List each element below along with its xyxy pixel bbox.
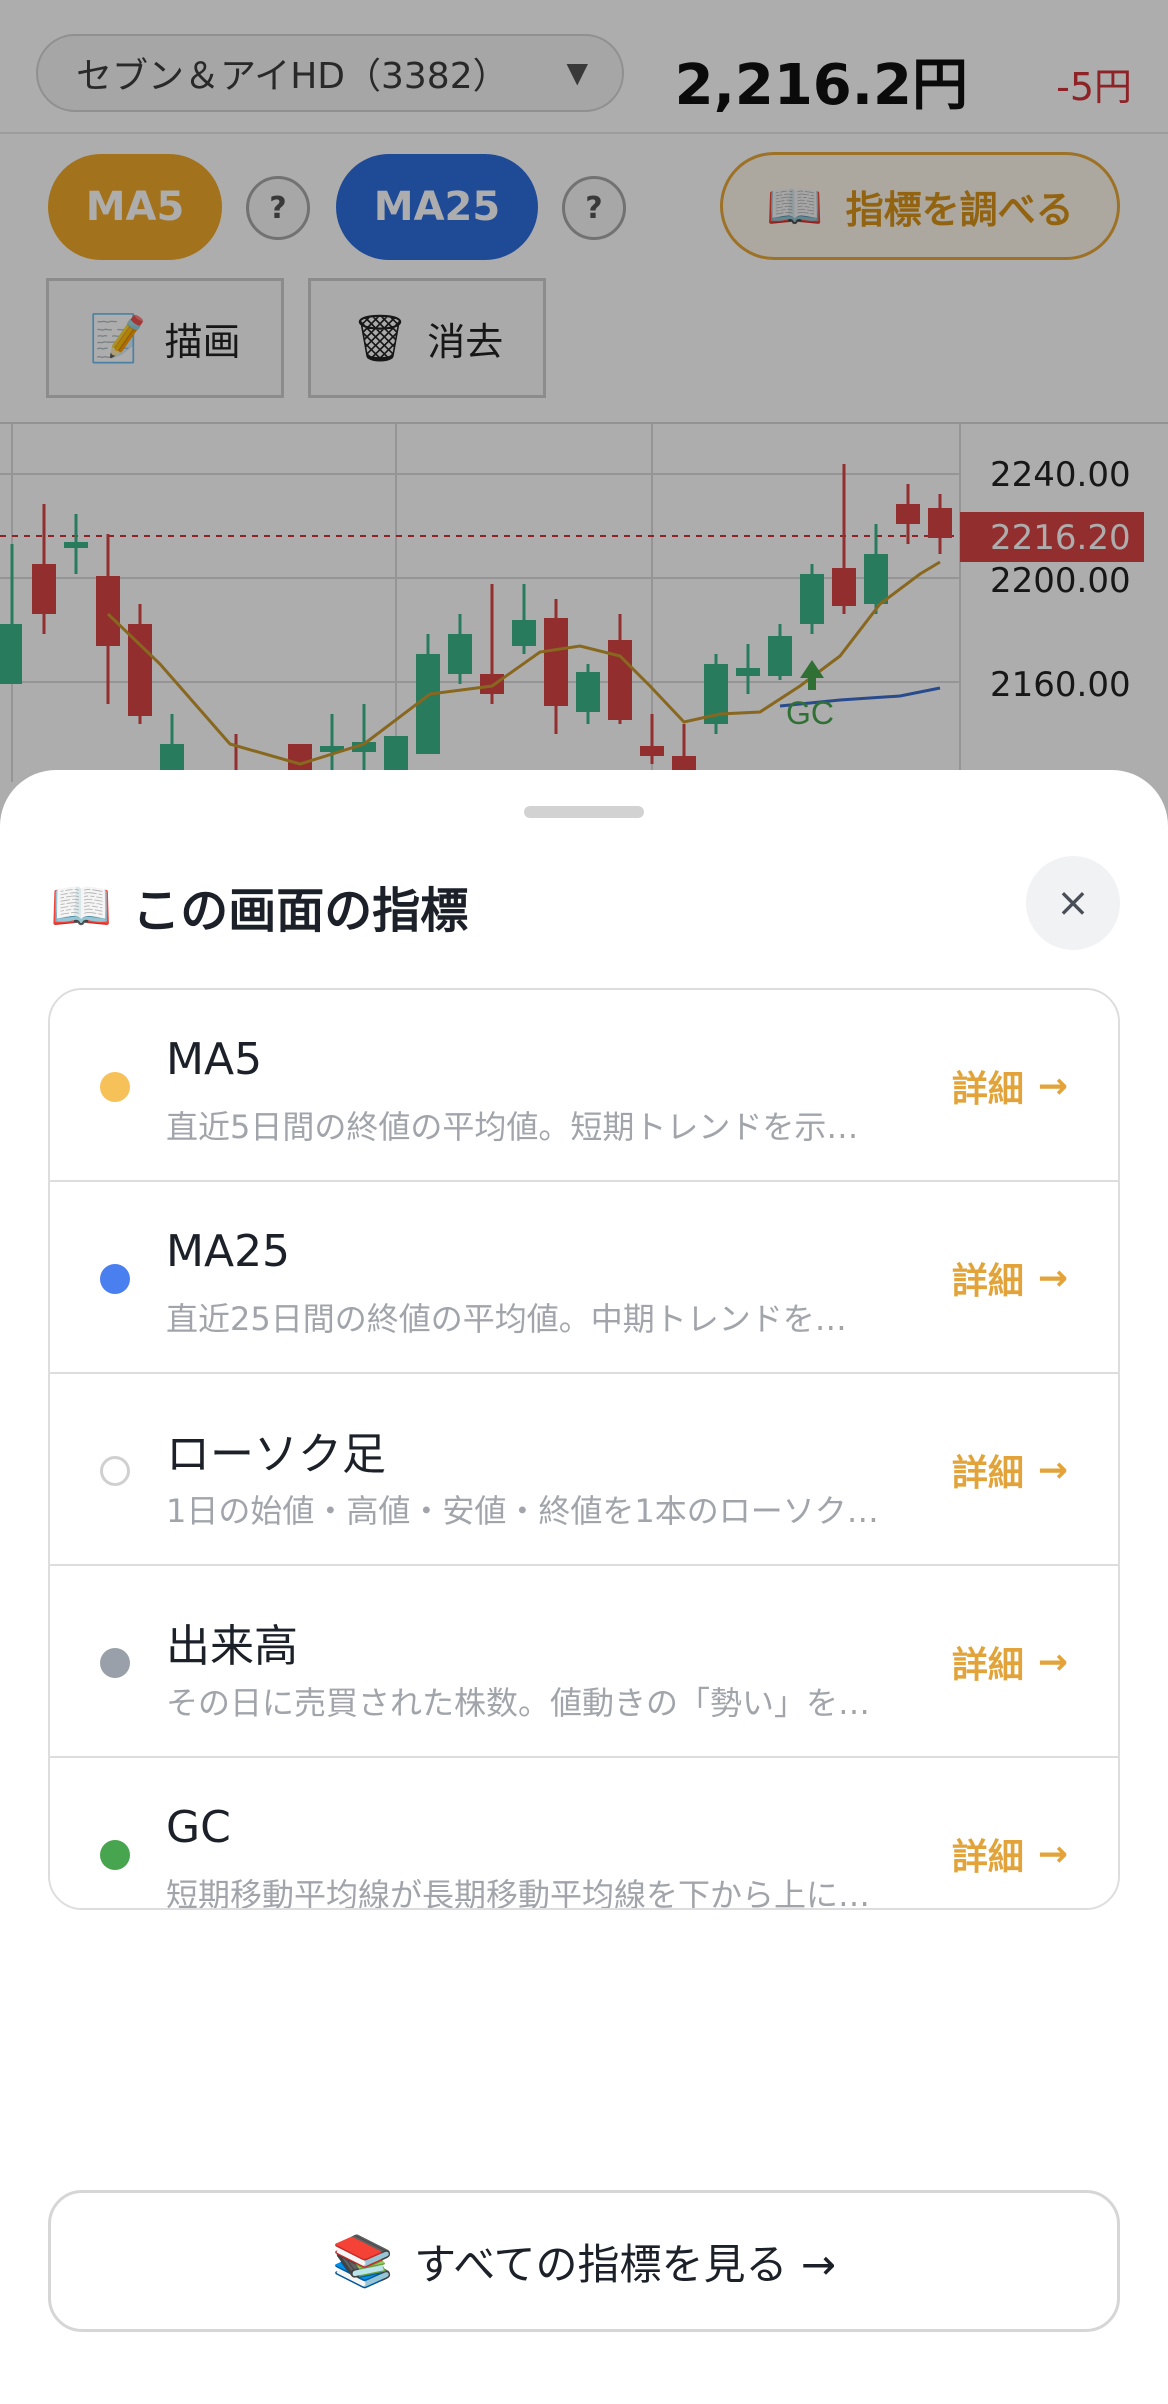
sheet-title-text: この画面の指標: [132, 883, 469, 939]
detail-link[interactable]: 詳細 →: [952, 1060, 1068, 1112]
detail-link[interactable]: 詳細 →: [952, 1828, 1068, 1880]
books-icon: 📚: [331, 2231, 395, 2290]
indicator-name: ローソク足: [166, 1429, 386, 1480]
color-dot-icon: [100, 1840, 130, 1870]
color-dot-icon: [100, 1456, 130, 1486]
arrow-right-icon: →: [1037, 1257, 1068, 1299]
arrow-right-icon: →: [1037, 1833, 1068, 1875]
detail-link[interactable]: 詳細 →: [952, 1444, 1068, 1496]
view-all-label: すべての指標を見る →: [414, 2239, 837, 2289]
list-item[interactable]: 出来高その日に売買された株数。値動きの「勢い」を… 詳細 →: [50, 1566, 1118, 1758]
detail-label: 詳細: [951, 1645, 1024, 1686]
indicator-description: その日に売買された株数。値動きの「勢い」を…: [166, 1684, 871, 1722]
list-item[interactable]: GC 短期移動平均線が長期移動平均線を下から上に… 詳細 →: [50, 1758, 1118, 1910]
color-dot-icon: [100, 1072, 130, 1102]
book-icon: 📖: [50, 876, 113, 935]
indicators-bottom-sheet: 📖 この画面の指標 × MA5 直近5日間の終値の平均値。短期トレンドを示… 詳細 →…: [0, 770, 1168, 2404]
detail-link[interactable]: 詳細 →: [952, 1252, 1068, 1304]
close-button[interactable]: ×: [1026, 856, 1120, 950]
arrow-right-icon: →: [1037, 1065, 1068, 1107]
sheet-title: 📖 この画面の指標: [50, 870, 468, 942]
detail-link[interactable]: 詳細 →: [952, 1636, 1068, 1688]
list-item[interactable]: ローソク足 1日の始値・高値・安値・終値を1本のローソク… 詳細 →: [50, 1374, 1118, 1566]
indicator-name: MA25: [166, 1226, 291, 1277]
indicator-description: 短期移動平均線が長期移動平均線を下から上に…: [166, 1876, 871, 1910]
list-item[interactable]: MA5 直近5日間の終値の平均値。短期トレンドを示… 詳細 →: [50, 990, 1118, 1182]
detail-label: 詳細: [951, 1837, 1024, 1878]
detail-label: 詳細: [951, 1069, 1024, 1110]
color-dot-icon: [100, 1648, 130, 1678]
indicator-description: 直近5日間の終値の平均値。短期トレンドを示…: [166, 1108, 859, 1146]
indicator-list: MA5 直近5日間の終値の平均値。短期トレンドを示… 詳細 → MA25 直近25日間の終…: [48, 988, 1120, 1910]
list-item[interactable]: MA25 直近25日間の終値の平均値。中期トレンドを… 詳細 →: [50, 1182, 1118, 1374]
arrow-right-icon: →: [1037, 1449, 1068, 1491]
detail-label: 詳細: [951, 1261, 1024, 1302]
view-all-indicators-button[interactable]: 📚 すべての指標を見る →: [48, 2190, 1120, 2332]
indicator-description: 1日の始値・高値・安値・終値を1本のローソク…: [166, 1492, 879, 1530]
indicator-name: MA5: [166, 1034, 263, 1085]
sheet-grab-handle[interactable]: [524, 806, 644, 818]
detail-label: 詳細: [951, 1453, 1024, 1494]
arrow-right-icon: →: [1037, 1641, 1068, 1683]
indicator-name: GC: [166, 1802, 231, 1853]
color-dot-icon: [100, 1264, 130, 1294]
indicator-description: 直近25日間の終値の平均値。中期トレンドを…: [166, 1300, 847, 1338]
indicator-name: 出来高: [166, 1621, 298, 1672]
